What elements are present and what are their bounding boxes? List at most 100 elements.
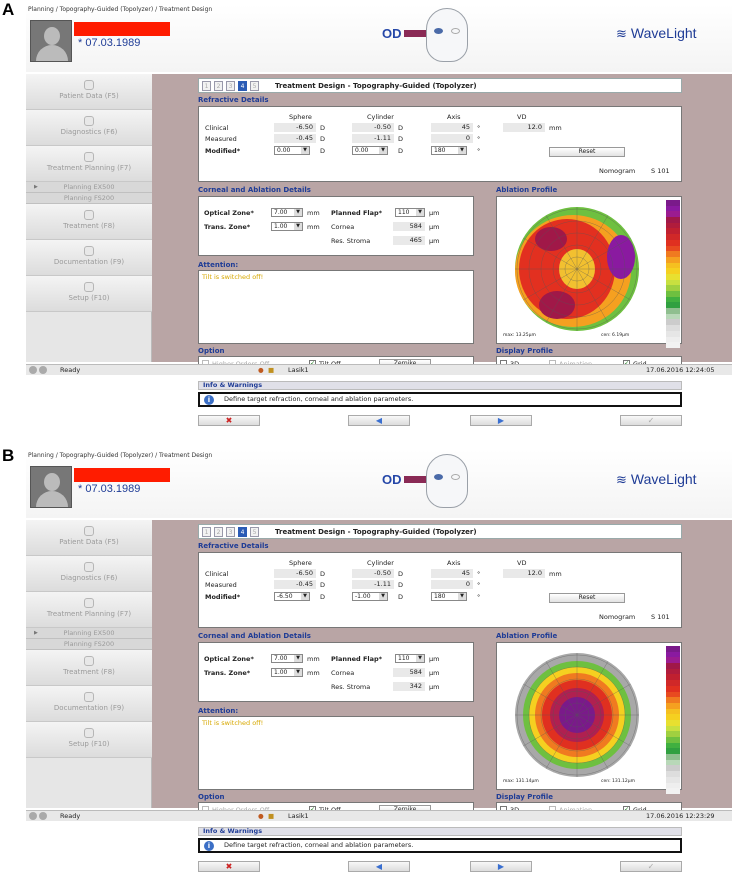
cancel-button[interactable]: ✖ (198, 415, 260, 426)
sound-icon[interactable] (39, 366, 47, 374)
sidebar: Patient Data (F5) Diagnostics (F6) Treat… (26, 520, 152, 808)
book-icon: ■ (268, 812, 275, 820)
center-value: cen: 131.12µm (601, 779, 636, 784)
power-icon[interactable] (29, 812, 37, 820)
sidebar-item-setup[interactable]: Setup (F10) (26, 276, 152, 312)
sidebar-sub-ex500[interactable]: ▶ Planning EX500 (26, 182, 152, 193)
sidebar-sub-fs200[interactable]: Planning FS200 (26, 193, 152, 204)
chevron-down-icon: ▼ (458, 593, 466, 600)
back-button[interactable]: ◀ (348, 861, 410, 872)
sidebar-item-treatment-planning[interactable]: Treatment Planning (F7) (26, 592, 152, 628)
confirm-icon: ✓ (647, 862, 655, 871)
row-modified: Modified* (205, 593, 241, 601)
header: Planning / Topography-Guided (Topolyzer)… (26, 450, 732, 518)
chevron-down-icon: ▼ (294, 655, 302, 662)
row-measured: Measured (205, 581, 237, 589)
trans-zone-label: Trans. Zone* (204, 223, 251, 231)
planned-flap-label: Planned Flap* (331, 209, 383, 217)
planned-flap-select[interactable]: 110 ▼ (395, 208, 425, 217)
corneal-box: Optical Zone* 7.00 ▼ mm Trans. Zone* 1.00… (198, 642, 474, 702)
corneal-heading: Corneal and Ablation Details (198, 186, 311, 194)
avatar (30, 466, 72, 508)
step-3[interactable]: 3 (226, 81, 235, 91)
unit-d: D (398, 124, 404, 132)
step-5[interactable]: 5 (250, 527, 259, 537)
sidebar-sub-ex500[interactable]: ▶ Planning EX500 (26, 628, 152, 639)
sound-icon[interactable] (39, 812, 47, 820)
user-icon (84, 526, 94, 536)
sidebar-item-documentation[interactable]: Documentation (F9) (26, 240, 152, 276)
modified-cylinder-select[interactable]: -1.00 ▼ (352, 592, 388, 601)
next-button[interactable]: ▶ (470, 415, 532, 426)
date-of-birth: * 07.03.1989 (78, 37, 141, 49)
step-3[interactable]: 3 (226, 527, 235, 537)
confirm-button[interactable]: ✓ (620, 415, 682, 426)
step-1[interactable]: 1 (202, 81, 211, 91)
modified-cylinder-select[interactable]: 0.00 ▼ (352, 146, 388, 155)
unit-d: D (320, 570, 326, 578)
unit-d: D (398, 593, 404, 601)
confirm-button[interactable]: ✓ (620, 861, 682, 872)
ablation-map: max: 13.25µm cen: 6.19µm (496, 196, 682, 348)
trans-zone-select[interactable]: 1.00 ▼ (271, 222, 303, 231)
optical-zone-select[interactable]: 7.00 ▼ (271, 654, 303, 663)
sidebar-item-patient-data[interactable]: Patient Data (F5) (26, 74, 152, 110)
step-2[interactable]: 2 (214, 81, 223, 91)
col-vd: VD (517, 559, 527, 567)
sidebar-item-treatment[interactable]: Treatment (F8) (26, 650, 152, 686)
sidebar-item-diagnostics[interactable]: Diagnostics (F6) (26, 110, 152, 146)
reset-button[interactable]: Reset (549, 147, 625, 157)
modified-sphere-select[interactable]: -6.50 ▼ (274, 592, 310, 601)
sidebar-sub-fs200[interactable]: Planning FS200 (26, 639, 152, 650)
unit-d: D (398, 135, 404, 143)
unit-mm: mm (307, 669, 320, 677)
optical-zone-select[interactable]: 7.00 ▼ (271, 208, 303, 217)
diagnostics-icon (84, 116, 94, 126)
status-bar: Ready ● ■ Lasik1 17.06.2016 12:24:05 (26, 364, 732, 375)
step-4[interactable]: 4 (238, 527, 247, 537)
unit-um: µm (429, 683, 440, 691)
sidebar-item-documentation[interactable]: Documentation (F9) (26, 686, 152, 722)
modified-axis-select[interactable]: 180 ▼ (431, 592, 467, 601)
panel-b: Planning / Topography-Guided (Topolyzer)… (26, 450, 732, 872)
color-scale (666, 646, 680, 796)
back-icon: ◀ (375, 416, 383, 425)
corneal-heading: Corneal and Ablation Details (198, 632, 311, 640)
measured-sphere: -0.45 (274, 134, 316, 143)
cancel-button[interactable]: ✖ (198, 861, 260, 872)
sidebar-item-diagnostics[interactable]: Diagnostics (F6) (26, 556, 152, 592)
step-2[interactable]: 2 (214, 527, 223, 537)
eye-label: OD (382, 26, 402, 41)
unit-d: D (320, 147, 326, 155)
power-icon[interactable] (29, 366, 37, 374)
sidebar-item-treatment-planning[interactable]: Treatment Planning (F7) (26, 146, 152, 182)
modified-axis-select[interactable]: 180 ▼ (431, 146, 467, 155)
next-button[interactable]: ▶ (470, 861, 532, 872)
sidebar-item-patient-data[interactable]: Patient Data (F5) (26, 520, 152, 556)
sidebar-item-treatment[interactable]: Treatment (F8) (26, 204, 152, 240)
unit-d: D (398, 570, 404, 578)
status-datetime: 17.06.2016 12:24:05 (646, 366, 715, 374)
reset-button[interactable]: Reset (549, 593, 625, 603)
nomogram-label: Nomogram (599, 167, 636, 175)
measured-axis: 0 (431, 134, 473, 143)
clinical-cylinder: -0.50 (352, 123, 394, 132)
step-1[interactable]: 1 (202, 527, 211, 537)
scale-swatch (666, 342, 680, 348)
sidebar-item-setup[interactable]: Setup (F10) (26, 722, 152, 758)
col-cylinder: Cylinder (367, 113, 394, 121)
planned-flap-select[interactable]: 110 ▼ (395, 654, 425, 663)
unit-d: D (320, 593, 326, 601)
step-5[interactable]: 5 (250, 81, 259, 91)
trans-zone-select[interactable]: 1.00 ▼ (271, 668, 303, 677)
status-bar: Ready ● ■ Lasik1 17.06.2016 12:23:29 (26, 810, 732, 821)
back-button[interactable]: ◀ (348, 415, 410, 426)
vertex-distance: 12.0 (503, 123, 545, 132)
ablation-profile-map (515, 653, 639, 777)
trans-zone-label: Trans. Zone* (204, 669, 251, 677)
refractive-heading: Refractive Details (198, 542, 269, 550)
step-4[interactable]: 4 (238, 81, 247, 91)
modified-sphere-select[interactable]: 0.00 ▼ (274, 146, 310, 155)
setup-icon (84, 728, 94, 738)
chevron-down-icon: ▼ (379, 593, 387, 600)
